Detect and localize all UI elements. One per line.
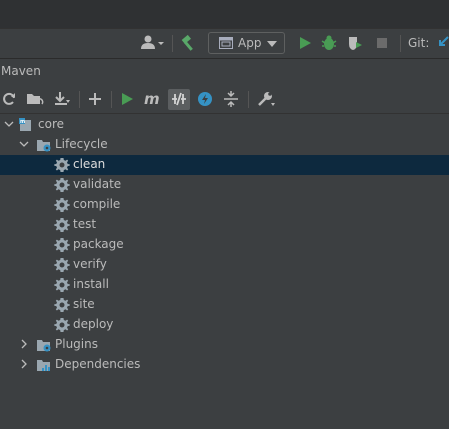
add-maven-project-icon[interactable] bbox=[86, 90, 104, 108]
toolbar-separator bbox=[111, 91, 112, 108]
execute-maven-goal-icon[interactable]: m bbox=[143, 90, 161, 108]
chevron-down-icon bbox=[267, 41, 277, 47]
add-user-icon[interactable] bbox=[140, 34, 166, 52]
chevron-right-icon[interactable] bbox=[18, 338, 30, 350]
gear-icon bbox=[54, 297, 70, 313]
download-sources-icon[interactable] bbox=[53, 90, 71, 108]
tool-window-title: Maven bbox=[1, 64, 41, 78]
generate-sources-folder-icon[interactable] bbox=[26, 90, 44, 108]
title-bar bbox=[0, 0, 449, 29]
goal-label: verify bbox=[73, 257, 107, 271]
gear-icon bbox=[54, 257, 70, 273]
maven-settings-wrench-icon[interactable] bbox=[256, 90, 276, 108]
goal-label: clean bbox=[73, 157, 106, 171]
run-icon[interactable] bbox=[296, 34, 314, 52]
toolbar-separator bbox=[400, 35, 401, 52]
lifecycle-goal-item[interactable]: deploy bbox=[0, 315, 449, 335]
gear-icon bbox=[54, 237, 70, 253]
coverage-shield-icon[interactable] bbox=[346, 34, 364, 52]
lifecycle-folder-icon bbox=[36, 137, 52, 153]
maven-tool-window-header bbox=[0, 59, 449, 86]
dependencies-label: Dependencies bbox=[55, 357, 141, 371]
svg-text:m: m bbox=[20, 119, 25, 125]
goal-label: test bbox=[73, 217, 97, 231]
lifecycle-goal-item[interactable]: install bbox=[0, 275, 449, 295]
plugins-folder-icon bbox=[36, 337, 52, 353]
maven-module-icon: m bbox=[18, 117, 34, 133]
toolbar-separator bbox=[248, 91, 249, 108]
gear-icon bbox=[54, 217, 70, 233]
goal-label: compile bbox=[73, 197, 121, 211]
run-maven-build-icon[interactable] bbox=[119, 90, 135, 108]
tree-node-plugins[interactable]: Plugins bbox=[0, 335, 449, 355]
reload-icon[interactable] bbox=[1, 90, 17, 108]
collapse-all-icon[interactable] bbox=[222, 90, 240, 108]
tree-node-lifecycle[interactable]: Lifecycle bbox=[0, 135, 449, 155]
git-label: Git: bbox=[408, 36, 430, 50]
gear-icon bbox=[54, 197, 70, 213]
lifecycle-goal-item[interactable]: site bbox=[0, 295, 449, 315]
lifecycle-goal-item[interactable]: validate bbox=[0, 175, 449, 195]
lifecycle-goal-item[interactable]: test bbox=[0, 215, 449, 235]
stop-icon[interactable] bbox=[373, 34, 391, 52]
run-configuration-dropdown[interactable]: App bbox=[208, 32, 285, 54]
toggle-offline-mode-icon[interactable] bbox=[170, 90, 188, 108]
tree-node-dependencies[interactable]: Dependencies bbox=[0, 355, 449, 375]
skip-tests-icon[interactable] bbox=[196, 90, 214, 108]
application-window-icon bbox=[219, 37, 233, 49]
chevron-right-icon[interactable] bbox=[18, 358, 30, 370]
goal-label: validate bbox=[73, 177, 122, 191]
lifecycle-goal-item[interactable]: package bbox=[0, 235, 449, 255]
goal-label: site bbox=[73, 297, 95, 311]
lifecycle-label: Lifecycle bbox=[55, 137, 108, 151]
dependencies-folder-icon bbox=[36, 357, 52, 373]
run-configuration-label: App bbox=[238, 36, 262, 50]
toolbar-separator bbox=[172, 35, 173, 52]
lifecycle-goal-item[interactable]: compile bbox=[0, 195, 449, 215]
build-hammer-icon[interactable] bbox=[180, 34, 198, 52]
gear-icon bbox=[54, 317, 70, 333]
gear-icon bbox=[54, 177, 70, 193]
toolbar-separator bbox=[79, 91, 80, 108]
git-update-arrow-icon[interactable] bbox=[437, 34, 449, 52]
goal-label: install bbox=[73, 277, 109, 291]
gear-icon bbox=[54, 157, 70, 173]
project-label: core bbox=[38, 117, 64, 131]
debug-bug-icon[interactable] bbox=[320, 34, 338, 52]
svg-text:m: m bbox=[144, 90, 160, 108]
tree-node-project[interactable]: m core bbox=[0, 115, 449, 135]
goal-label: deploy bbox=[73, 317, 114, 331]
gear-icon bbox=[54, 277, 70, 293]
chevron-down-icon[interactable] bbox=[18, 138, 30, 150]
plugins-label: Plugins bbox=[55, 337, 98, 351]
goal-label: package bbox=[73, 237, 124, 251]
lifecycle-goal-item[interactable]: clean bbox=[0, 155, 449, 175]
lifecycle-goal-item[interactable]: verify bbox=[0, 255, 449, 275]
chevron-down-icon[interactable] bbox=[3, 118, 15, 130]
